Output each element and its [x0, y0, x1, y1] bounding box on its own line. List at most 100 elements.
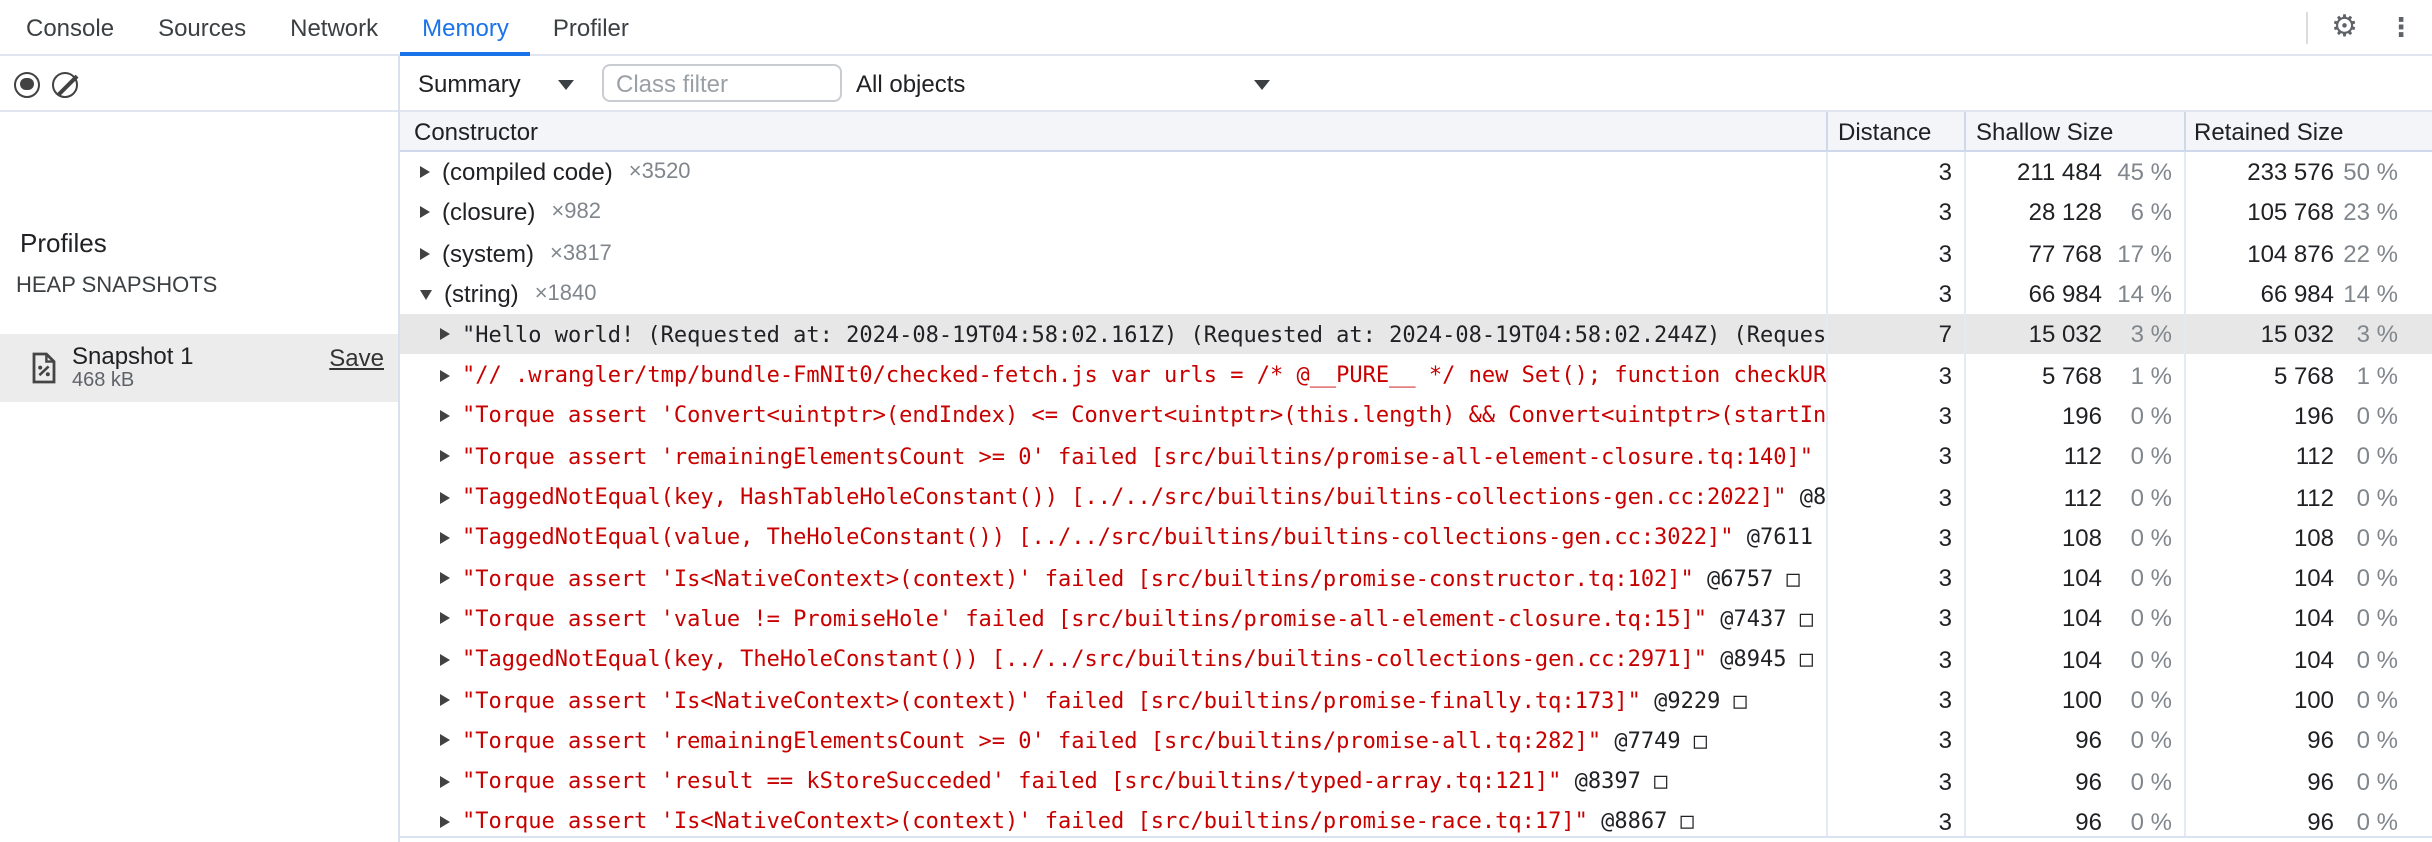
constructor-group-row[interactable]: (system) ×3817 3 77 768 17 % 104 876 22 % [400, 233, 2432, 274]
shallow-size-value: 66 984 [2028, 280, 2102, 309]
profiles-sidebar: Profiles HEAP SNAPSHOTS Snapshot 1 468 k… [0, 112, 398, 842]
triangle-collapsed-icon[interactable] [440, 612, 450, 625]
object-id: @9229 □ [1640, 687, 1747, 713]
shallow-size-percent: 0 % [2130, 767, 2172, 796]
perspective-select[interactable]: Summary [418, 70, 521, 98]
class-filter-input[interactable] [602, 64, 842, 102]
string-instance-row[interactable]: "// .wrangler/tmp/bundle-FmNIt0/checked-… [400, 354, 2432, 396]
distance-cell: 3 [1828, 233, 1966, 274]
string-instance-row[interactable]: "Torque assert 'value != PromiseHole' fa… [400, 598, 2432, 640]
retained-size-value: 100 [2293, 686, 2334, 714]
shallow-size-cell: 104 0 % [1966, 639, 2186, 680]
string-instance-row[interactable]: "Torque assert 'Is<NativeContext>(contex… [400, 557, 2432, 599]
shallow-size-percent: 0 % [2130, 523, 2172, 552]
chevron-down-icon[interactable] [1254, 80, 1270, 90]
record-heap-snapshot-icon[interactable] [14, 71, 40, 97]
triangle-collapsed-icon[interactable] [440, 815, 450, 828]
string-value: "// .wrangler/tmp/bundle-FmNIt0/checked-… [462, 362, 1827, 389]
string-instance-row[interactable]: "Torque assert 'result == kStoreSucceded… [400, 760, 2432, 802]
profiles-title: Profiles [20, 228, 107, 258]
constructor-cell: "TaggedNotEqual(value, TheHoleConstant()… [400, 517, 1828, 558]
retained-size-value: 15 032 [2260, 320, 2334, 349]
objects-scope-select[interactable]: All objects [856, 70, 965, 98]
shallow-size-percent: 0 % [2130, 604, 2172, 633]
clear-profiles-icon[interactable] [52, 71, 78, 97]
column-header-shallow-size[interactable]: Shallow Size [1966, 112, 2186, 150]
distance-value: 3 [1938, 767, 1952, 796]
triangle-collapsed-icon[interactable] [440, 734, 450, 747]
shallow-size-percent: 45 % [2117, 158, 2172, 187]
shallow-size-percent: 6 % [2130, 198, 2172, 227]
triangle-collapsed-icon[interactable] [440, 572, 450, 585]
tab-network[interactable]: Network [268, 0, 400, 54]
distance-value: 3 [1938, 158, 1952, 187]
constructor-group-row[interactable]: (closure) ×982 3 28 128 6 % 105 768 23 % [400, 192, 2432, 234]
distance-value: 3 [1938, 280, 1952, 309]
tab-profiler[interactable]: Profiler [531, 0, 651, 54]
triangle-expanded-icon[interactable] [420, 289, 432, 300]
constructor-name: (compiled code) [442, 158, 613, 187]
triangle-collapsed-icon[interactable] [440, 491, 450, 504]
triangle-collapsed-icon[interactable] [420, 206, 430, 219]
column-header-distance[interactable]: Distance [1828, 112, 1966, 150]
constructor-cell: "// .wrangler/tmp/bundle-FmNIt0/checked-… [400, 354, 1828, 396]
column-header-constructor[interactable]: Constructor [400, 112, 1828, 150]
string-instance-row[interactable]: "Torque assert 'remainingElementsCount >… [400, 720, 2432, 761]
constructor-name: (system) [442, 239, 534, 268]
string-instance-row[interactable]: "TaggedNotEqual(key, HashTableHoleConsta… [400, 476, 2432, 518]
triangle-collapsed-icon[interactable] [440, 409, 450, 422]
tab-sources[interactable]: Sources [136, 0, 268, 54]
triangle-collapsed-icon[interactable] [440, 369, 450, 382]
constructor-group-row[interactable]: (string) ×1840 3 66 984 14 % 66 984 14 % [400, 273, 2432, 315]
distance-cell: 3 [1828, 557, 1966, 599]
triangle-collapsed-icon[interactable] [440, 775, 450, 788]
grid-header: Constructor Distance Shallow Size Retain… [400, 112, 2432, 152]
distance-cell: 3 [1828, 720, 1966, 761]
object-id: @7749 □ [1601, 727, 1708, 754]
retained-size-percent: 14 % [2343, 280, 2398, 309]
tab-memory[interactable]: Memory [400, 0, 532, 56]
constructor-group-row[interactable]: (compiled code) ×3520 3 211 484 45 % 233 576 5… [400, 152, 2432, 193]
triangle-collapsed-icon[interactable] [440, 694, 450, 706]
more-options-icon[interactable]: ⋮ [2388, 14, 2414, 40]
shallow-size-cell: 211 484 45 % [1966, 152, 2186, 193]
retained-size-value: 112 [2295, 483, 2334, 512]
string-instance-row[interactable]: "Torque assert 'Convert<uintptr>(endInde… [400, 395, 2432, 437]
string-instance-row[interactable]: "Torque assert 'Is<NativeContext>(contex… [400, 801, 2432, 836]
shallow-size-value: 77 768 [2028, 239, 2102, 268]
distance-cell: 3 [1828, 517, 1966, 558]
retained-size-value: 196 [2293, 401, 2334, 430]
save-link[interactable]: Save [329, 344, 384, 372]
distance-cell: 3 [1828, 152, 1966, 193]
triangle-collapsed-icon[interactable] [440, 328, 450, 341]
instance-count: ×3520 [628, 160, 691, 185]
chevron-down-icon[interactable] [558, 80, 574, 90]
tab-console[interactable]: Console [4, 0, 136, 54]
string-instance-row[interactable]: "Hello world! (Requested at: 2024-08-19T… [400, 314, 2432, 355]
sidebar-item-snapshot-1[interactable]: Snapshot 1 468 kB Save [0, 334, 398, 402]
triangle-collapsed-icon[interactable] [440, 531, 450, 544]
triangle-collapsed-icon[interactable] [420, 247, 430, 260]
retained-size-percent: 23 % [2343, 198, 2398, 227]
retained-size-value: 233 576 [2247, 158, 2334, 187]
triangle-collapsed-icon[interactable] [440, 653, 450, 666]
retained-size-cell: 108 0 % [2186, 517, 2432, 558]
triangle-collapsed-icon[interactable] [440, 450, 450, 463]
retained-size-cell: 233 576 50 % [2186, 152, 2432, 193]
string-instance-row[interactable]: "Torque assert 'remainingElementsCount >… [400, 436, 2432, 477]
string-instance-row[interactable]: "TaggedNotEqual(value, TheHoleConstant()… [400, 517, 2432, 558]
retained-size-cell: 196 0 % [2186, 396, 2432, 437]
shallow-size-value: 100 [2061, 686, 2102, 714]
distance-cell: 3 [1828, 679, 1966, 721]
retained-size-cell: 96 0 % [2186, 720, 2432, 761]
retained-size-cell: 66 984 14 % [2186, 274, 2432, 315]
string-instance-row[interactable]: "Torque assert 'Is<NativeContext>(contex… [400, 679, 2432, 721]
shallow-size-value: 104 [2061, 604, 2102, 633]
triangle-collapsed-icon[interactable] [420, 166, 430, 179]
shallow-size-cell: 96 0 % [1966, 760, 2186, 802]
string-instance-row[interactable]: "TaggedNotEqual(key, TheHoleConstant()) … [400, 639, 2432, 680]
settings-gear-icon[interactable]: ⚙ [2331, 12, 2358, 42]
object-id: @7611 [1733, 524, 1814, 551]
retained-size-percent: 0 % [2356, 523, 2398, 552]
column-header-retained-size[interactable]: Retained Size [2186, 112, 2432, 150]
